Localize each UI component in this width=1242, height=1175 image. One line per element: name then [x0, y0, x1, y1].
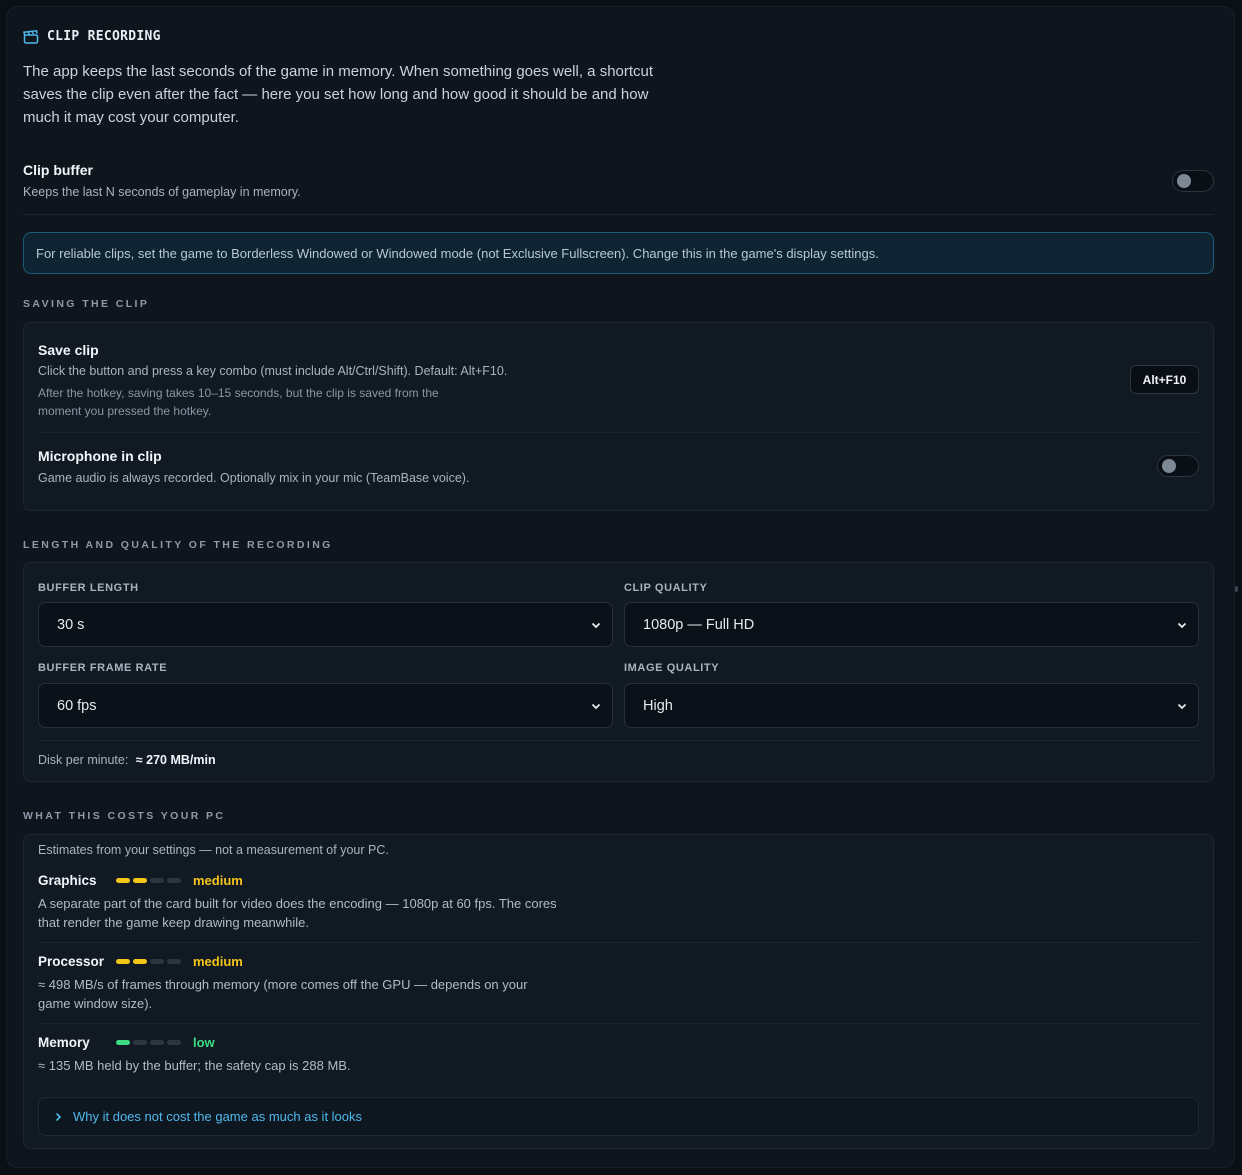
save-clip-desc: Click the button and press a key combo (… — [38, 364, 508, 378]
expander-label: Why it does not cost the game as much as… — [73, 1109, 363, 1124]
divider — [38, 740, 1199, 741]
microphone-title: Microphone in clip — [38, 448, 162, 464]
processor-text: ≈ 498 MB/s of frames through memory (mor… — [38, 977, 528, 1011]
meter-segment — [167, 959, 181, 964]
meter-segment — [167, 1040, 181, 1045]
clip-buffer-toggle[interactable] — [1172, 170, 1214, 192]
hotkey-button[interactable]: Alt+F10 — [1130, 365, 1199, 394]
meter-segment — [150, 1040, 164, 1045]
clip-quality-select[interactable]: 1080p — Full HD — [624, 602, 1199, 647]
microphone-desc: Game audio is always recorded. Optionall… — [38, 471, 470, 485]
notice-text: For reliable clips, set the game to Bord… — [36, 245, 879, 261]
meter-segment — [133, 959, 147, 964]
divider — [38, 1023, 1199, 1024]
memory-title: Memory — [38, 1035, 90, 1050]
processor-header: Processor medium — [38, 954, 243, 969]
graphics-level: medium — [193, 873, 243, 888]
memory-header: Memory low — [38, 1035, 215, 1050]
meter-segment — [133, 878, 147, 883]
memory-level: low — [193, 1035, 215, 1050]
meter-segment — [116, 959, 130, 964]
section-intro: The app keeps the last seconds of the ga… — [23, 63, 654, 126]
hotkey-label: Alt+F10 — [1142, 372, 1187, 387]
meter-segment — [167, 878, 181, 883]
disk-usage: Disk per minute: ≈ 270 MB/min — [38, 753, 216, 767]
section-title-text: CLIP RECORDING — [47, 29, 161, 44]
image-quality-value: High — [643, 697, 673, 714]
quality-card — [23, 562, 1214, 782]
frame-rate-label: BUFFER FRAME RATE — [38, 662, 168, 674]
cost-explainer-expander[interactable]: Why it does not cost the game as much as… — [38, 1097, 1199, 1136]
meter-segment — [150, 878, 164, 883]
clip-buffer-desc: Keeps the last N seconds of gameplay in … — [23, 185, 301, 199]
save-clip-title: Save clip — [38, 342, 99, 358]
costs-note: Estimates from your settings — not a mea… — [38, 843, 389, 857]
processor-meter — [116, 959, 181, 964]
processor-level: medium — [193, 954, 243, 969]
save-clip-note: After the hotkey, saving takes 10–15 sec… — [38, 386, 439, 418]
divider — [38, 942, 1199, 943]
graphics-text: A separate part of the card built for vi… — [38, 896, 557, 930]
image-quality-select[interactable]: High — [624, 683, 1199, 728]
microphone-toggle[interactable] — [1157, 455, 1199, 477]
chevron-right-icon — [55, 1112, 62, 1121]
graphics-title: Graphics — [38, 873, 97, 888]
buffer-length-value: 30 s — [57, 616, 85, 633]
clip-quality-value: 1080p — Full HD — [643, 616, 755, 633]
disk-usage-label: Disk per minute: — [38, 753, 129, 767]
divider — [23, 214, 1214, 215]
chevron-down-icon — [1177, 622, 1187, 628]
costs-heading: WHAT THIS COSTS YOUR PC — [23, 810, 226, 822]
frame-rate-value: 60 fps — [57, 697, 97, 714]
chevron-down-icon — [1177, 703, 1187, 709]
chevron-down-icon — [591, 703, 601, 709]
meter-segment — [116, 1040, 130, 1045]
image-quality-label: IMAGE QUALITY — [624, 662, 720, 674]
saving-heading: SAVING THE CLIP — [23, 298, 150, 310]
graphics-meter — [116, 878, 181, 883]
graphics-header: Graphics medium — [38, 873, 243, 888]
disk-usage-value: ≈ 270 MB/min — [135, 753, 216, 767]
section-title: CLIP RECORDING — [23, 29, 161, 44]
buffer-length-label: BUFFER LENGTH — [38, 582, 139, 594]
scrollbar-thumb[interactable] — [1235, 586, 1238, 592]
clip-buffer-title: Clip buffer — [23, 162, 93, 178]
quality-heading: LENGTH AND QUALITY OF THE RECORDING — [23, 539, 333, 551]
buffer-length-select[interactable]: 30 s — [38, 602, 613, 647]
processor-title: Processor — [38, 954, 105, 969]
meter-segment — [116, 878, 130, 883]
meter-segment — [150, 959, 164, 964]
clip-quality-label: CLIP QUALITY — [624, 582, 708, 594]
fullscreen-notice: For reliable clips, set the game to Bord… — [23, 232, 1214, 274]
divider — [38, 432, 1199, 433]
frame-rate-select[interactable]: 60 fps — [38, 683, 613, 728]
toggle-knob — [1177, 174, 1191, 188]
chevron-down-icon — [591, 622, 601, 628]
clapperboard-icon — [23, 29, 39, 44]
memory-meter — [116, 1040, 181, 1045]
memory-text: ≈ 135 MB held by the buffer; the safety … — [38, 1058, 351, 1073]
meter-segment — [133, 1040, 147, 1045]
toggle-knob — [1162, 459, 1176, 473]
